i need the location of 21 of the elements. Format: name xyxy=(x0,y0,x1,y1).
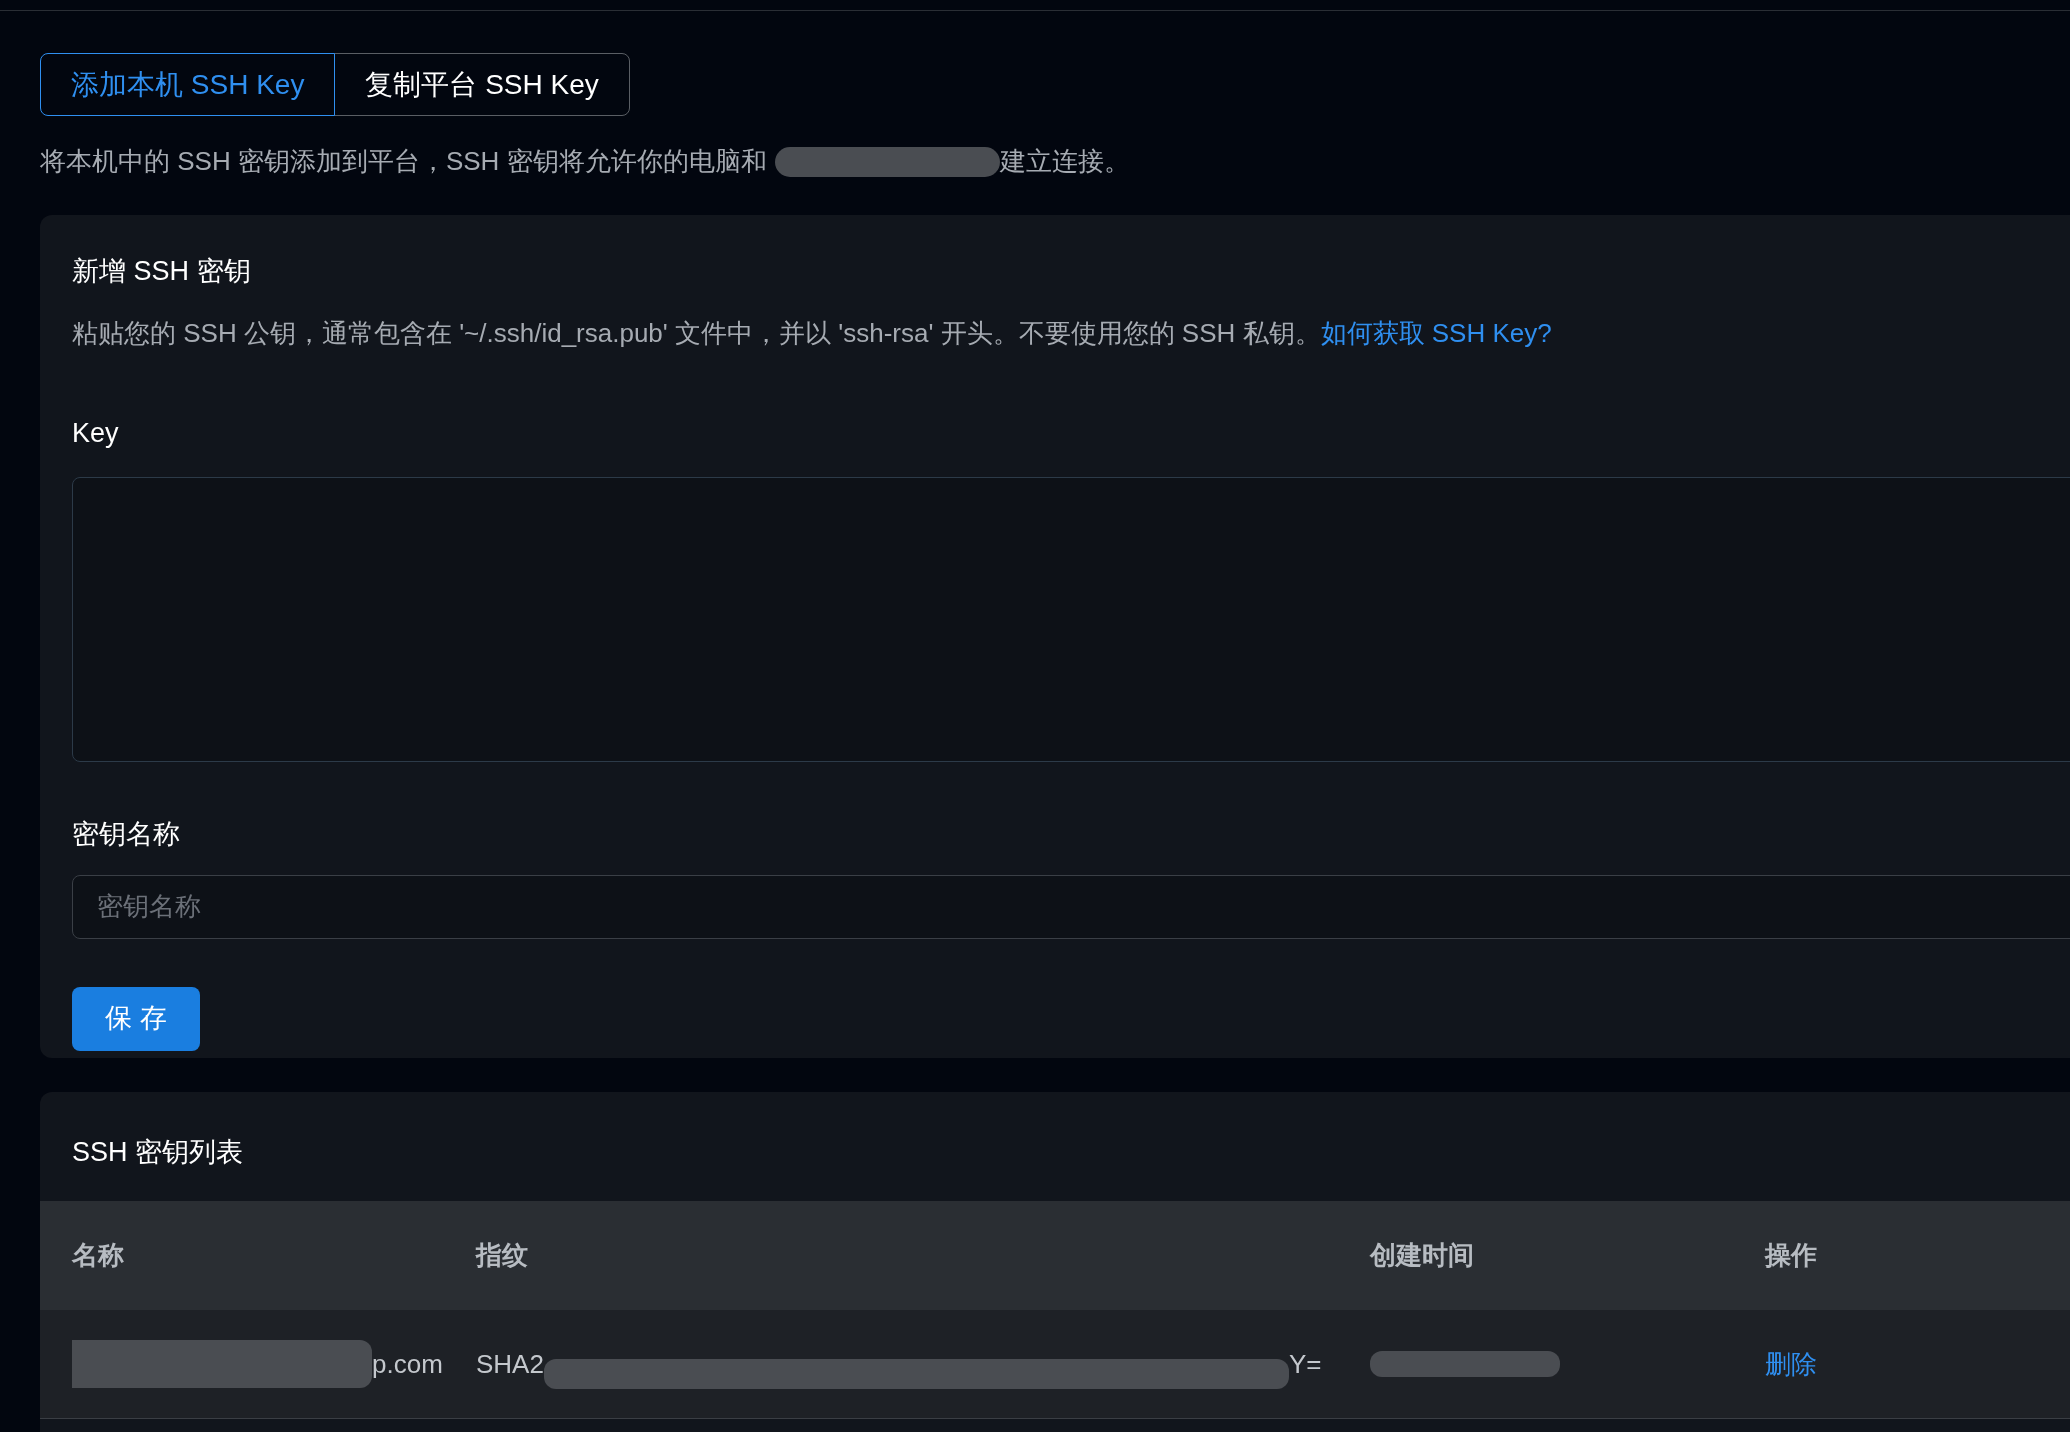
column-header: 指纹 xyxy=(476,1240,528,1270)
tab[interactable]: 添加本机 SSH Key xyxy=(40,53,336,116)
help-link[interactable]: 如何获取 SSH Key? xyxy=(1320,317,1552,348)
key-field[interactable] xyxy=(72,477,2070,762)
key-name-label: 密钥名称 xyxy=(72,818,181,851)
table-cell-text: p.com xyxy=(372,1347,443,1381)
card-title: 新增 SSH 密钥 xyxy=(72,255,252,288)
column-header: 创建时间 xyxy=(1370,1240,1474,1270)
save-button[interactable]: 保 存 xyxy=(72,986,200,1051)
column-header: 操作 xyxy=(1765,1240,1817,1270)
delete-link[interactable]: 删除 xyxy=(1765,1348,1817,1379)
key-name-field[interactable]: 密钥名称 xyxy=(72,874,2070,939)
key-label: Key xyxy=(72,416,120,450)
tab[interactable]: 复制平台 SSH Key xyxy=(334,53,630,116)
card-title: SSH 密钥列表 xyxy=(71,1136,245,1169)
column-header: 名称 xyxy=(72,1240,124,1270)
table-cell-text: SHA2 xyxy=(476,1347,544,1381)
description-text: 建立连接。 xyxy=(999,145,1130,178)
help-text: 粘贴您的 SSH 公钥，通常包含在 '~/.ssh/id_rsa.pub' 文件中，并以 'ssh-rsa' 开头。不要使用您的 SSH 私钥。 xyxy=(72,317,1321,348)
description-text: 将本机中的 SSH 密钥添加到平台，SSH 密钥将允许你的电脑和 xyxy=(40,145,767,178)
table-cell-text: Y= xyxy=(1288,1347,1322,1381)
